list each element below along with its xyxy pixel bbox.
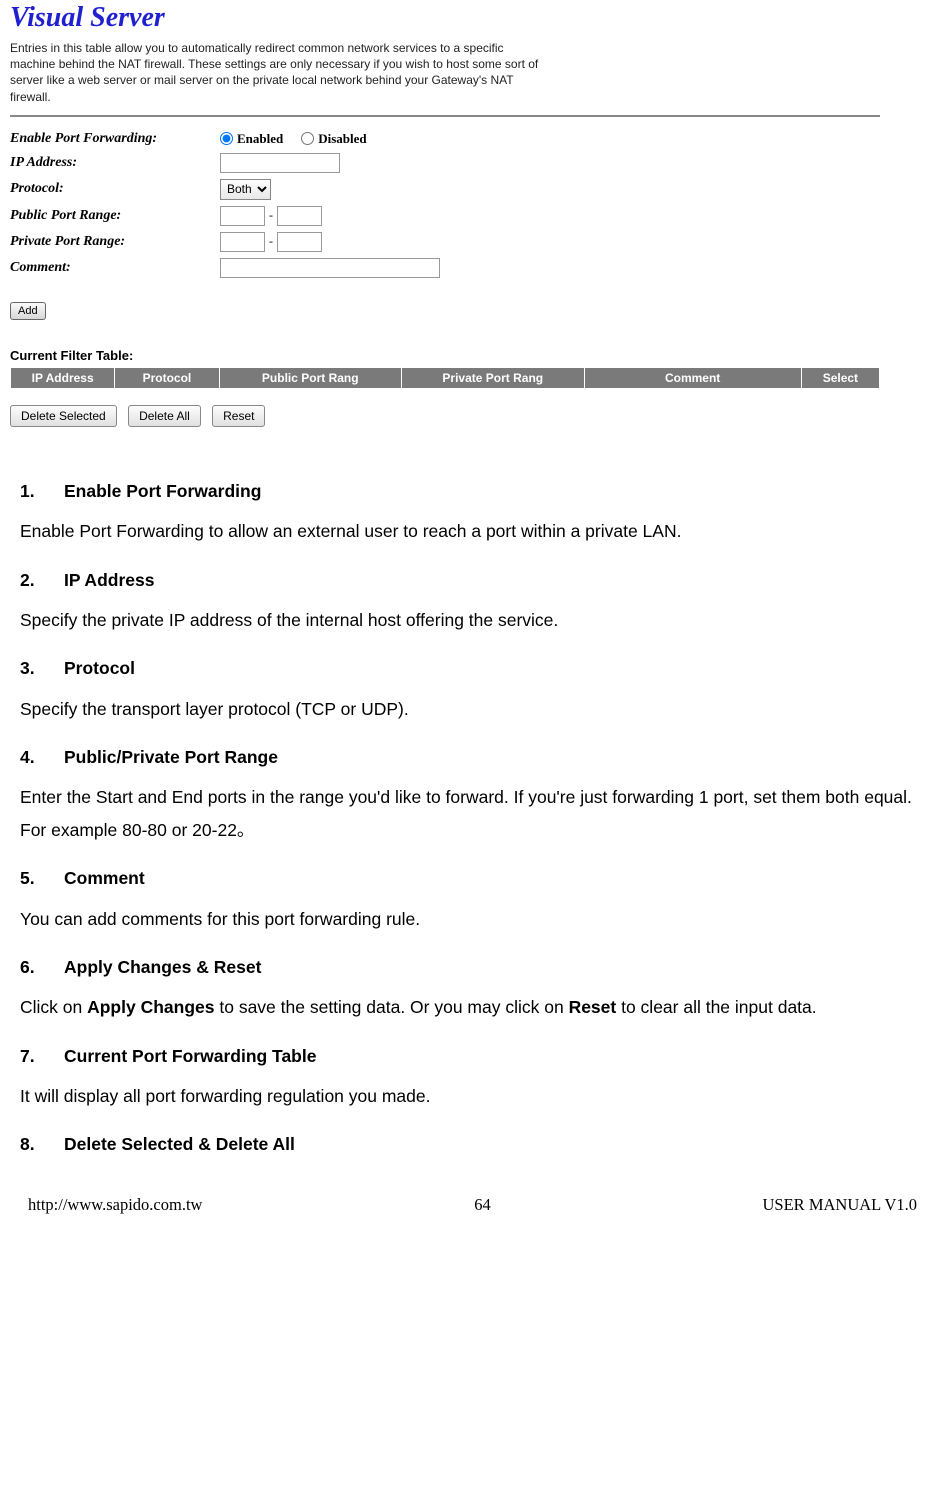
radio-enabled-wrap[interactable]: Enabled <box>220 131 283 147</box>
desc-6: Click on Apply Changes to save the setti… <box>20 991 925 1023</box>
th-private: Private Port Rang <box>402 367 584 388</box>
heading-2: 2.IP Address <box>20 564 925 596</box>
private-port-end-input[interactable] <box>277 232 322 252</box>
th-protocol: Protocol <box>115 367 219 388</box>
port-separator: - <box>269 208 273 223</box>
divider <box>10 115 880 117</box>
desc-3: Specify the transport layer protocol (TC… <box>20 693 925 725</box>
desc-2: Specify the private IP address of the in… <box>20 604 925 636</box>
heading-7: 7.Current Port Forwarding Table <box>20 1040 925 1072</box>
documentation-section: 1.Enable Port Forwarding Enable Port For… <box>0 437 945 1161</box>
private-port-start-input[interactable] <box>220 232 265 252</box>
th-ip: IP Address <box>11 367 115 388</box>
footer-url: http://www.sapido.com.tw <box>28 1195 202 1215</box>
heading-1: 1.Enable Port Forwarding <box>20 475 925 507</box>
desc-4: Enter the Start and End ports in the ran… <box>20 781 925 846</box>
public-port-end-input[interactable] <box>277 206 322 226</box>
reset-button[interactable]: Reset <box>212 405 265 427</box>
label-comment: Comment: <box>10 260 220 276</box>
heading-6: 6.Apply Changes & Reset <box>20 951 925 983</box>
radio-disabled[interactable] <box>301 132 314 145</box>
filter-table: IP Address Protocol Public Port Rang Pri… <box>10 367 880 389</box>
desc-5: You can add comments for this port forwa… <box>20 903 925 935</box>
intro-text: Entries in this table allow you to autom… <box>10 40 550 105</box>
add-button[interactable]: Add <box>10 302 46 320</box>
heading-3: 3.Protocol <box>20 652 925 684</box>
public-port-start-input[interactable] <box>220 206 265 226</box>
radio-enabled-label: Enabled <box>237 131 283 147</box>
radio-disabled-wrap[interactable]: Disabled <box>301 131 366 147</box>
th-comment: Comment <box>584 367 801 388</box>
label-ip: IP Address: <box>10 155 220 171</box>
heading-8: 8.Delete Selected & Delete All <box>20 1128 925 1160</box>
footer-version: USER MANUAL V1.0 <box>763 1195 917 1215</box>
radio-disabled-label: Disabled <box>318 131 366 147</box>
desc-7: It will display all port forwarding regu… <box>20 1080 925 1112</box>
desc-1: Enable Port Forwarding to allow an exter… <box>20 515 925 547</box>
label-private-range: Private Port Range: <box>10 234 220 250</box>
ip-address-input[interactable] <box>220 153 340 173</box>
th-select: Select <box>801 367 879 388</box>
router-config-panel: Visual Server Entries in this table allo… <box>0 0 945 437</box>
table-header-row: IP Address Protocol Public Port Rang Pri… <box>11 367 880 388</box>
page-footer: http://www.sapido.com.tw 64 USER MANUAL … <box>0 1169 945 1229</box>
page-title: Visual Server <box>10 2 935 34</box>
comment-input[interactable] <box>220 258 440 278</box>
footer-page-number: 64 <box>202 1195 762 1215</box>
heading-4: 4.Public/Private Port Range <box>20 741 925 773</box>
label-protocol: Protocol: <box>10 181 220 197</box>
th-public: Public Port Rang <box>219 367 401 388</box>
table-title: Current Filter Table: <box>10 348 935 363</box>
port-separator: - <box>269 234 273 249</box>
label-enable: Enable Port Forwarding: <box>10 131 220 147</box>
delete-all-button[interactable]: Delete All <box>128 405 201 427</box>
delete-selected-button[interactable]: Delete Selected <box>10 405 117 427</box>
protocol-select[interactable]: Both <box>220 179 271 200</box>
radio-enabled[interactable] <box>220 132 233 145</box>
label-public-range: Public Port Range: <box>10 208 220 224</box>
heading-5: 5.Comment <box>20 862 925 894</box>
